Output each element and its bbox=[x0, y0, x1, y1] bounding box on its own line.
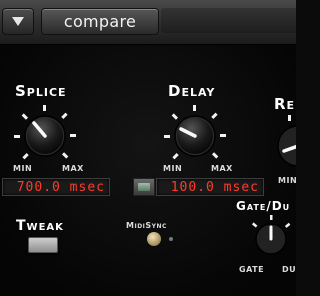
midisync-toggle[interactable] bbox=[147, 232, 161, 246]
du-label: DU bbox=[282, 265, 297, 274]
third-knob[interactable] bbox=[270, 115, 296, 175]
triangle-down-icon bbox=[12, 17, 24, 26]
splice-knob[interactable] bbox=[10, 105, 80, 167]
splice-title: Splice bbox=[15, 82, 67, 100]
splice-min-label: MIN bbox=[13, 164, 33, 173]
tweak-title: Tweak bbox=[16, 218, 64, 234]
gate-title: Gate/Du bbox=[236, 199, 291, 213]
delay-max-label: MAX bbox=[211, 164, 233, 173]
delay-sync-selector[interactable] bbox=[133, 178, 155, 196]
gate-knob[interactable] bbox=[244, 215, 296, 263]
compare-button[interactable]: compare bbox=[41, 8, 159, 35]
delay-readout[interactable]: 100.0 msec bbox=[156, 178, 264, 196]
delay-knob[interactable] bbox=[160, 105, 230, 167]
gate-label: GATE bbox=[239, 265, 265, 274]
preset-menu-button[interactable] bbox=[2, 8, 34, 35]
splice-readout[interactable]: 700.0 msec bbox=[2, 178, 110, 196]
delay-title: Delay bbox=[168, 82, 216, 100]
splice-max-label: MAX bbox=[62, 164, 84, 173]
third-min-label: MIN bbox=[278, 176, 298, 185]
preset-name-area bbox=[161, 8, 296, 33]
midisync-label: MidiSync bbox=[126, 221, 167, 230]
preset-toolbar: compare bbox=[0, 0, 296, 45]
delay-min-label: MIN bbox=[163, 164, 183, 173]
third-title: Re bbox=[274, 95, 296, 113]
midisync-led bbox=[169, 237, 173, 241]
tweak-button[interactable] bbox=[28, 237, 58, 253]
